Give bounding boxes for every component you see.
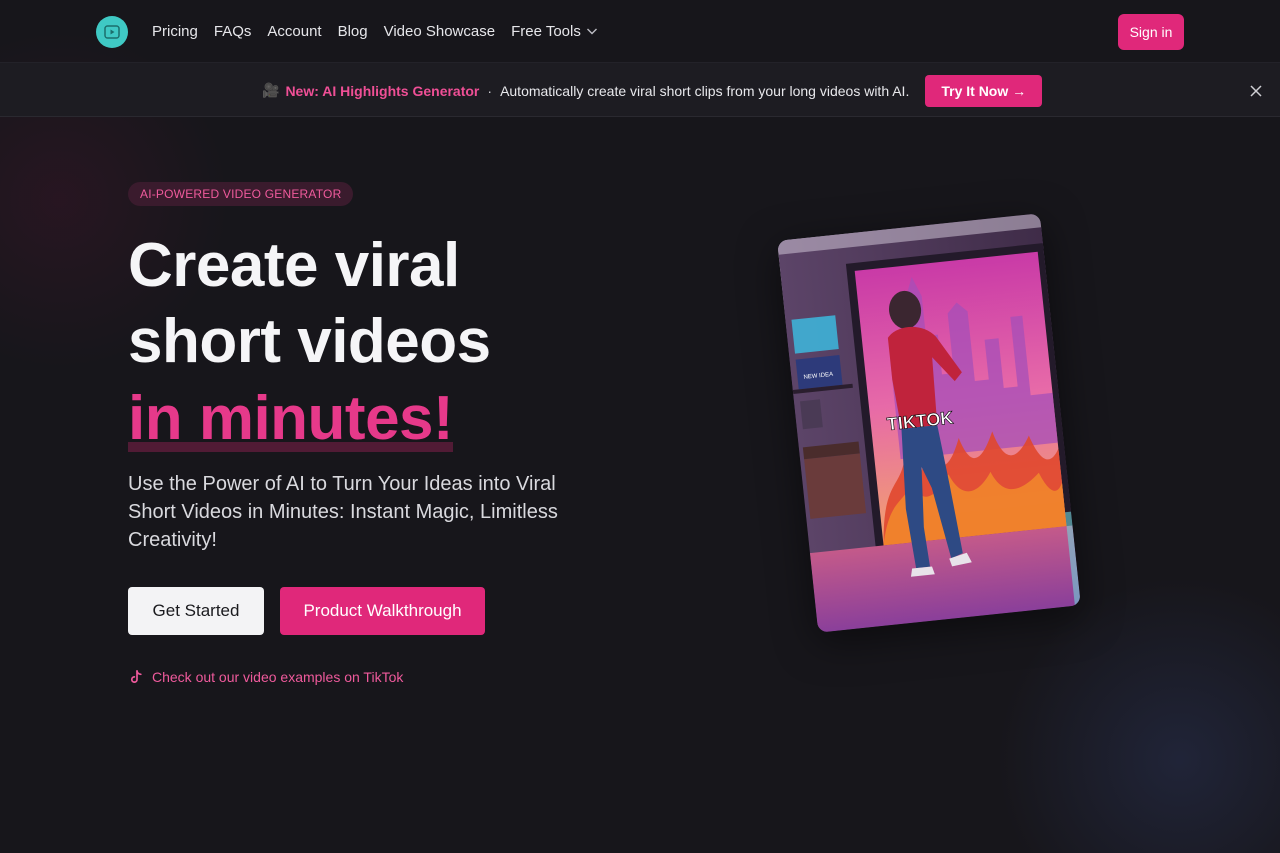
nav-video-showcase[interactable]: Video Showcase — [384, 23, 495, 40]
hero-badge: AI-POWERED VIDEO GENERATOR — [128, 182, 354, 206]
chevron-down-icon — [586, 28, 597, 35]
nav-free-tools-label: Free Tools — [511, 22, 581, 40]
movie-camera-icon: 🎥 — [262, 82, 280, 98]
logo[interactable] — [96, 16, 128, 48]
video-preview-illustration: TIKTOK NEW IDEA — [777, 213, 1081, 633]
headline-accent: in minutes! — [128, 384, 454, 453]
nav-blog[interactable]: Blog — [338, 23, 368, 40]
play-icon — [104, 25, 120, 39]
nav-faqs[interactable]: FAQs — [214, 23, 252, 40]
nav-free-tools-dropdown[interactable]: Free Tools — [511, 23, 599, 40]
try-it-now-button[interactable]: Try It Now → — [925, 74, 1043, 107]
nav-account[interactable]: Account — [267, 23, 321, 40]
hero-subtitle: Use the Power of AI to Turn Your Ideas i… — [128, 473, 558, 551]
tiktok-link-text: Check out our video examples on TikTok — [152, 669, 404, 685]
sign-in-button[interactable]: Sign in — [1118, 14, 1184, 50]
tiktok-icon — [130, 670, 142, 683]
product-walkthrough-button[interactable]: Product Walkthrough — [280, 587, 485, 635]
announcement-banner: 🎥 New: AI Highlights Generator · Automat… — [0, 62, 1280, 117]
headline-line-2: short videos — [128, 307, 491, 376]
banner-separator: · — [487, 82, 493, 99]
banner-description: Automatically create viral short clips f… — [500, 82, 910, 99]
video-preview-card[interactable]: TIKTOK NEW IDEA — [777, 213, 1081, 633]
banner-title: New: AI Highlights Generator — [285, 82, 480, 99]
hero-headline: Create viral short videos in minutes! — [128, 228, 648, 457]
close-icon[interactable] — [1246, 81, 1266, 101]
get-started-button[interactable]: Get Started — [128, 587, 264, 635]
site-header: Pricing FAQs Account Blog Video Showcase… — [0, 0, 1280, 62]
tiktok-examples-link[interactable]: Check out our video examples on TikTok — [128, 666, 403, 688]
nav-pricing[interactable]: Pricing — [152, 23, 198, 40]
main-nav: Pricing FAQs Account Blog Video Showcase… — [152, 0, 599, 62]
headline-line-1: Create viral — [128, 231, 460, 300]
